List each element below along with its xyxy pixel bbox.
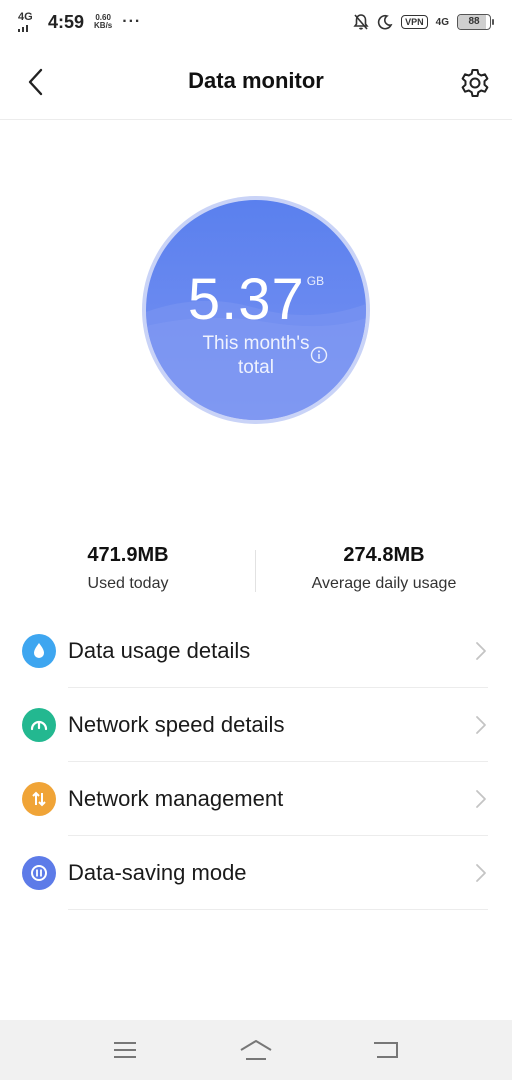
drop-icon <box>22 634 56 668</box>
nav-back-button[interactable] <box>365 1028 409 1072</box>
stat-average-daily: 274.8MB Average daily usage <box>256 540 512 600</box>
menu-item-label: Network speed details <box>68 712 285 737</box>
used-today-label: Used today <box>87 575 169 592</box>
usage-number: 5.37 <box>187 267 305 332</box>
network-speed: 0.60 KB/s <box>94 14 112 30</box>
chevron-right-icon <box>476 864 486 882</box>
usage-stats: 471.9MB Used today 274.8MB Average daily… <box>0 540 512 600</box>
vpn-icon: VPN <box>401 15 428 29</box>
mobile-data-indicator: 4G <box>435 16 449 28</box>
menu-item-data-saving-mode[interactable]: Data-saving mode <box>0 836 512 910</box>
status-bar-right: VPN 4G 88 <box>353 13 494 31</box>
back-icon <box>373 1042 398 1058</box>
info-icon[interactable] <box>310 346 328 364</box>
status-bar: 4G 4:59 0.60 KB/s ··· VPN 4G 88 <box>0 0 512 44</box>
nav-home-button[interactable] <box>234 1028 278 1072</box>
usage-unit: GB <box>306 274 325 288</box>
signal-icon: 4G <box>18 12 36 32</box>
menu-item-label: Data-saving mode <box>68 860 247 885</box>
battery-level: 88 <box>468 16 480 27</box>
gear-icon <box>461 69 489 97</box>
usage-label-line2: total <box>238 357 274 378</box>
speedometer-icon <box>22 708 56 742</box>
status-time: 4:59 <box>48 11 85 32</box>
system-nav-bar <box>0 1020 512 1080</box>
chevron-right-icon <box>476 790 486 808</box>
stats-divider <box>255 550 256 592</box>
settings-button[interactable] <box>456 64 494 102</box>
more-notifications-icon: ··· <box>122 13 142 30</box>
menu-item-label: Data usage details <box>68 638 251 663</box>
monthly-usage-gauge[interactable]: 5.37 GB This month's total <box>142 196 370 424</box>
chevron-right-icon <box>476 716 486 734</box>
home-icon <box>240 1040 272 1060</box>
status-bar-left: 4G 4:59 0.60 KB/s ··· <box>18 12 141 33</box>
arrows-updown-icon <box>22 782 56 816</box>
page-title: Data monitor <box>188 68 324 93</box>
menu-item-label: Network management <box>68 786 284 811</box>
stat-used-today: 471.9MB Used today <box>0 540 256 600</box>
mute-bell-icon <box>353 14 369 30</box>
menu-list: Data usage details Network speed details… <box>0 614 512 910</box>
usage-circle: 5.37 GB This month's total <box>146 200 366 420</box>
menu-item-network-speed-details[interactable]: Network speed details <box>0 688 512 762</box>
network-speed-unit: KB/s <box>94 21 113 30</box>
used-today-value: 471.9MB <box>87 544 169 566</box>
menu-item-network-management[interactable]: Network management <box>0 762 512 836</box>
average-daily-value: 274.8MB <box>343 544 425 566</box>
network-type: 4G <box>18 11 33 23</box>
data-saving-icon <box>22 856 56 890</box>
monthly-usage-label: This month's total <box>146 332 366 380</box>
app-header: Data monitor <box>0 44 512 120</box>
usage-label-line1: This month's <box>202 333 310 354</box>
nav-menu-button[interactable] <box>103 1028 147 1072</box>
average-daily-label: Average daily usage <box>311 575 457 592</box>
moon-icon <box>377 14 393 30</box>
chevron-right-icon <box>476 642 486 660</box>
menu-icon <box>114 1042 137 1058</box>
menu-item-data-usage-details[interactable]: Data usage details <box>0 614 512 688</box>
battery-icon: 88 <box>457 14 494 30</box>
monthly-usage-value: 5.37 GB <box>146 266 366 333</box>
